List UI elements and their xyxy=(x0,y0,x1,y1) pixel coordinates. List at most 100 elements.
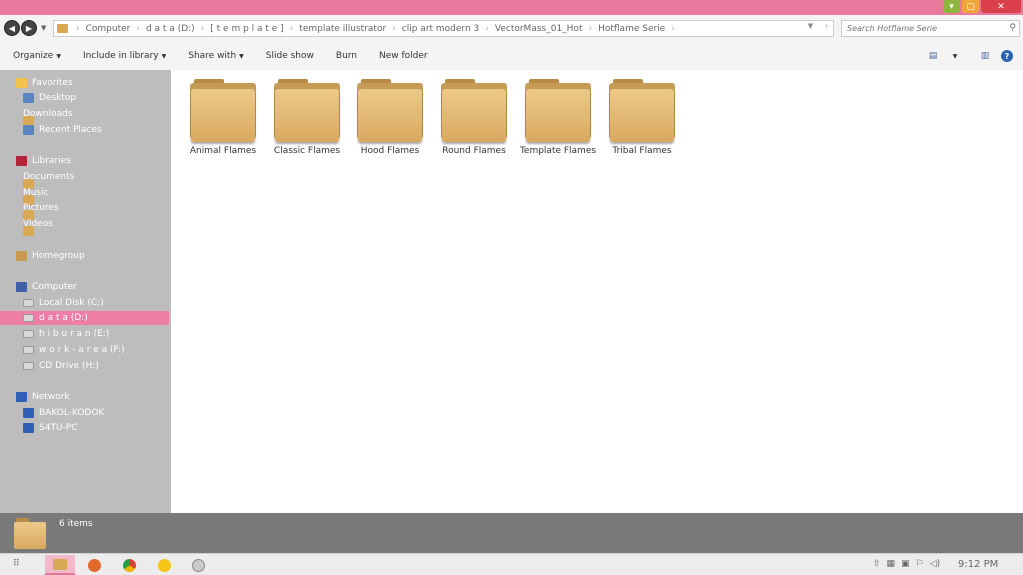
desktop-icon xyxy=(23,93,34,103)
title-bar: ▾ ▢ ✕ xyxy=(0,0,1023,15)
folder-item[interactable]: Hood Flames xyxy=(348,79,432,156)
window-controls: ▾ ▢ ✕ xyxy=(943,0,1021,13)
breadcrumb-hotflame[interactable]: Hotflame Serie xyxy=(592,24,671,34)
folder-icon xyxy=(525,79,591,142)
nav-s4tu-pc[interactable]: S4TU-PC xyxy=(23,421,77,435)
nav-hiburan-e[interactable]: h i b u r a n (E:) xyxy=(23,327,109,341)
drive-icon xyxy=(23,346,34,354)
breadcrumb-vectormass[interactable]: VectorMass_01_Hot xyxy=(489,24,589,34)
folder-icon xyxy=(609,79,675,142)
taskbar-firefox[interactable] xyxy=(79,555,109,575)
folder-icon xyxy=(274,79,340,142)
forward-button[interactable]: ▶ xyxy=(21,20,37,36)
nav-label: CD Drive (H:) xyxy=(39,361,99,371)
nav-videos[interactable]: Videos xyxy=(23,217,53,236)
start-button[interactable]: ⠿ xyxy=(13,559,20,569)
homegroup-icon xyxy=(16,251,27,261)
nav-work-area-f[interactable]: w o r k - a r e a (F:) xyxy=(23,343,125,357)
explorer-icon xyxy=(53,558,67,570)
nav-label: Libraries xyxy=(32,156,71,166)
breadcrumb-separator-icon[interactable]: › xyxy=(671,24,675,34)
network-tray-icon[interactable]: ▦ xyxy=(887,559,896,569)
folder-item[interactable]: Round Flames xyxy=(432,79,516,156)
flag-icon[interactable]: ⚐ xyxy=(916,559,924,569)
back-button[interactable]: ◀ xyxy=(4,20,20,36)
breadcrumb-data-drive[interactable]: d a t a (D:) xyxy=(140,24,201,34)
organize-label: Organize xyxy=(13,51,54,61)
breadcrumb-template[interactable]: [ t e m p l a t e ] xyxy=(204,24,289,34)
nav-favorites[interactable]: Favorites xyxy=(16,76,73,90)
minimize-button[interactable]: ▾ xyxy=(943,0,960,13)
folder-item[interactable]: Animal Flames xyxy=(181,79,265,156)
breadcrumb-computer[interactable]: Computer xyxy=(80,24,137,34)
view-dropdown-icon[interactable]: ▼ xyxy=(949,51,961,62)
caret-down-icon: ▼ xyxy=(56,53,61,60)
address-dropdown-icon[interactable]: ▼ xyxy=(808,22,813,30)
breadcrumb-template-illustrator[interactable]: template illustrator xyxy=(293,24,392,34)
toolbar-right-controls: ▤ ▼ ▥ ? xyxy=(927,50,1013,62)
nav-network[interactable]: Network xyxy=(16,390,70,404)
network-icon xyxy=(16,392,27,402)
drive-icon xyxy=(23,314,34,322)
nav-music[interactable]: Music xyxy=(23,186,49,205)
nav-downloads[interactable]: Downloads xyxy=(23,107,72,126)
address-controls: ▼ › xyxy=(808,22,828,30)
nav-bakol-kodok[interactable]: BAKOL-KODOK xyxy=(23,406,104,420)
drive-icon xyxy=(23,330,34,338)
close-button[interactable]: ✕ xyxy=(981,0,1021,13)
burn-button[interactable]: Burn xyxy=(336,51,357,61)
volume-icon[interactable]: ◁) xyxy=(930,559,940,569)
nav-homegroup[interactable]: Homegroup xyxy=(16,249,85,263)
libraries-icon xyxy=(16,156,27,166)
taskbar-explorer[interactable] xyxy=(45,555,75,575)
smiley-icon xyxy=(157,558,171,572)
folder-item[interactable]: Classic Flames xyxy=(265,79,349,156)
search-box[interactable]: ⚲ xyxy=(841,20,1020,37)
nav-label: d a t a (D:) xyxy=(39,313,88,323)
nav-label: h i b u r a n (E:) xyxy=(39,329,110,339)
show-hidden-icons-icon[interactable]: ⇧ xyxy=(873,559,881,569)
app-icon xyxy=(191,558,205,572)
nav-desktop[interactable]: Desktop xyxy=(23,91,76,105)
nav-label: Network xyxy=(32,392,70,402)
system-tray: ⇧ ▦ ▣ ⚐ ◁) xyxy=(873,559,940,569)
slide-show-button[interactable]: Slide show xyxy=(266,51,314,61)
nav-label: S4TU-PC xyxy=(39,423,78,433)
clock[interactable]: 9:12 PM xyxy=(958,559,998,570)
taskbar-app[interactable] xyxy=(183,555,213,575)
nav-computer[interactable]: Computer xyxy=(16,280,77,294)
share-label: Share with xyxy=(188,51,237,61)
help-icon[interactable]: ? xyxy=(1001,50,1013,62)
preview-pane-icon[interactable]: ▥ xyxy=(979,51,991,62)
search-input[interactable] xyxy=(847,24,1002,33)
taskbar-messenger[interactable] xyxy=(149,555,179,575)
chrome-icon xyxy=(122,558,136,572)
device-tray-icon[interactable]: ▣ xyxy=(901,559,910,569)
breadcrumb-clip-art[interactable]: clip art modern 3 xyxy=(396,24,485,34)
maximize-button[interactable]: ▢ xyxy=(962,0,979,13)
share-with-menu[interactable]: Share with ▼ xyxy=(188,51,244,61)
nav-pictures[interactable]: Pictures xyxy=(23,201,59,220)
nav-local-disk-c[interactable]: Local Disk (C:) xyxy=(23,296,104,310)
address-bar[interactable]: › Computer › d a t a (D:) › [ t e m p l … xyxy=(53,20,834,37)
nav-label: w o r k - a r e a (F:) xyxy=(39,345,125,355)
new-folder-button[interactable]: New folder xyxy=(379,51,428,61)
organize-menu[interactable]: Organize ▼ xyxy=(13,51,61,61)
taskbar-chrome[interactable] xyxy=(114,555,144,575)
star-icon xyxy=(16,78,27,88)
nav-documents[interactable]: Documents xyxy=(23,170,74,189)
nav-recent-places[interactable]: Recent Places xyxy=(23,123,102,137)
search-icon[interactable]: ⚲ xyxy=(1009,23,1016,33)
include-in-library-menu[interactable]: Include in library ▼ xyxy=(83,51,166,61)
nav-libraries[interactable]: Libraries xyxy=(16,154,71,168)
folder-item[interactable]: Tribal Flames xyxy=(600,79,684,156)
refresh-icon[interactable]: › xyxy=(825,22,828,30)
details-pane: 6 items xyxy=(0,513,1023,553)
change-view-icon[interactable]: ▤ xyxy=(927,51,939,62)
nav-data-d[interactable]: d a t a (D:) xyxy=(0,311,169,325)
folder-item[interactable]: Template Flames xyxy=(516,79,600,156)
include-label: Include in library xyxy=(82,51,159,61)
nav-cd-drive-h[interactable]: CD Drive (H:) xyxy=(23,359,99,373)
recent-pages-dropdown[interactable]: ▼ xyxy=(41,24,46,32)
nav-label: Favorites xyxy=(32,78,73,88)
